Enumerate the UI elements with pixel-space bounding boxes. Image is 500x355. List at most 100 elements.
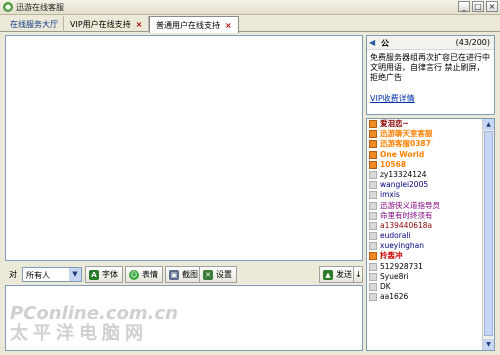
settings-button[interactable]: ✕ 设置 [199, 266, 237, 283]
user-name: 迅游侠义道指导员 [380, 200, 440, 210]
user-name: 拎轰冲 [380, 251, 403, 261]
chevron-down-icon[interactable]: ▼ [69, 268, 81, 281]
user-list-item[interactable]: 512928731 [367, 262, 494, 272]
send-button[interactable]: ▲ 发送 [319, 266, 357, 283]
tab-bar: 在线服务大厅 VIP用户在线支持 × 普通用户在线支持 × [0, 15, 500, 33]
tab-label: VIP用户在线支持 [70, 20, 131, 29]
watermark-cn: 太平洋电脑网 [10, 323, 148, 344]
user-name: zy13324124 [380, 169, 427, 179]
tools-icon: ✕ [203, 269, 213, 280]
user-list-item[interactable]: 迅游侠义道指导员 [367, 201, 494, 211]
user-avatar-icon [369, 232, 377, 241]
user-list-item[interactable]: 迅游聊天室客服 [367, 129, 494, 139]
user-avatar-icon [369, 201, 377, 210]
tab-service-hall[interactable]: 在线服务大厅 [4, 16, 64, 32]
user-avatar-icon [369, 130, 377, 139]
user-avatar-icon [369, 262, 377, 271]
user-list-item[interactable]: Syue8ri [367, 272, 494, 282]
arrow-down-icon: ↓ [355, 270, 362, 279]
user-avatar-icon [369, 181, 377, 190]
font-button-label: 字体 [102, 270, 118, 279]
speaker-icon: ◀ [369, 38, 376, 47]
user-avatar-icon [369, 211, 377, 220]
user-name: 迅游聊天室客服 [380, 129, 433, 139]
notice-panel: ◀ 公 (43/200) 免费服务器组再次扩容已在进行中 文明用语，自律言行 禁… [366, 35, 495, 115]
emoji-button-label: 表情 [142, 270, 158, 279]
send-icon: ▲ [323, 269, 333, 280]
user-list-item[interactable]: One World [367, 150, 494, 160]
scroll-up-icon[interactable]: ▲ [483, 119, 494, 130]
user-name: aa1626 [380, 292, 409, 302]
tab-vip-support[interactable]: VIP用户在线支持 × [63, 16, 150, 32]
user-list-item[interactable]: eudorali [367, 231, 494, 241]
tab-label: 普通用户在线支持 [156, 21, 220, 30]
user-name: a139440618a [380, 220, 433, 230]
chat-toolbar: 对 所有人 ▼ A 字体 ☺ 表情 ▣ 截图 ✕ 设置 ▲ 发送 ↓ [5, 265, 363, 285]
user-list-item[interactable]: 10568 [367, 160, 494, 170]
minimize-button[interactable]: _ [458, 1, 470, 12]
user-name: xueyinghan [380, 241, 424, 251]
recipient-label: 对 [9, 270, 17, 279]
user-list[interactable]: 爱泪恋~ 迅游聊天室客服 迅游客服0387 One World 10568 zy13324… [366, 118, 495, 351]
user-list-item[interactable]: aa1626 [367, 292, 494, 302]
user-name: DK [380, 282, 391, 291]
user-avatar-icon [369, 252, 377, 261]
smiley-icon: ☺ [129, 269, 139, 280]
user-list-item[interactable]: 迅游客服0387 [367, 139, 494, 149]
maximize-button[interactable]: □ [472, 1, 484, 12]
app-icon: ● [3, 2, 13, 12]
user-avatar-icon [369, 221, 377, 230]
scroll-thumb[interactable] [484, 131, 493, 336]
user-list-item[interactable]: xueyinghan [367, 241, 494, 251]
user-list-item[interactable]: DK [367, 282, 494, 292]
user-avatar-icon [369, 160, 377, 169]
emoji-button[interactable]: ☺ 表情 [125, 266, 163, 283]
notice-title: 公 [381, 39, 389, 48]
user-avatar-icon [369, 150, 377, 159]
user-avatar-icon [369, 140, 377, 149]
font-icon: A [89, 269, 99, 280]
send-options-button[interactable]: ↓ [353, 266, 363, 283]
user-name: wanglei2005 [380, 180, 429, 190]
user-name: 512928731 [380, 261, 423, 271]
tab-regular-support[interactable]: 普通用户在线支持 × [149, 16, 239, 33]
title-bar: ● 迅游在线客服 _ □ × [0, 0, 500, 15]
user-list-item[interactable]: 拎轰冲 [367, 251, 494, 261]
user-avatar-icon [369, 293, 377, 302]
user-list-item[interactable]: wanglei2005 [367, 180, 494, 190]
user-name: 10568 [380, 159, 407, 169]
close-button[interactable]: × [486, 1, 498, 12]
user-name: 命里有时终须有 [380, 210, 433, 220]
user-avatar-icon [369, 283, 377, 291]
screenshot-button[interactable]: ▣ 截图 [165, 266, 203, 283]
user-avatar-icon [369, 120, 377, 128]
tab-label: 在线服务大厅 [10, 20, 58, 29]
notice-text: 免费服务器组再次扩容已在进行中 文明用语，自律言行 禁止刷屏，拒绝广告 [370, 53, 490, 82]
user-name: eudorali [380, 231, 411, 241]
user-count: (43/200) [455, 38, 490, 47]
user-avatar-icon [369, 170, 377, 179]
recipient-value: 所有人 [26, 271, 50, 280]
recipient-select[interactable]: 所有人 ▼ [22, 267, 82, 282]
user-list-item[interactable]: a139440618a [367, 221, 494, 231]
user-name: One World [380, 149, 425, 159]
user-name: imxis [380, 190, 400, 200]
chat-message-area[interactable] [5, 35, 363, 261]
user-name: Syue8ri [380, 271, 409, 281]
user-avatar-icon [369, 272, 377, 281]
close-icon[interactable]: × [225, 21, 232, 30]
window-controls: _ □ × [458, 1, 498, 12]
vip-details-link[interactable]: VIP收费详情 [370, 93, 415, 104]
user-list-item[interactable]: zy13324124 [367, 170, 494, 180]
scroll-down-icon[interactable]: ▼ [483, 339, 494, 350]
user-name: 爱泪恋~ [380, 119, 409, 128]
user-list-item[interactable]: 爱泪恋~ [367, 119, 494, 129]
scrollbar[interactable]: ▲ ▼ [482, 119, 494, 350]
send-button-label: 发送 [336, 270, 352, 279]
close-icon[interactable]: × [136, 20, 143, 29]
user-avatar-icon [369, 242, 377, 251]
watermark: PConline.com.cn [10, 303, 178, 324]
user-list-item[interactable]: imxis [367, 190, 494, 200]
user-list-item[interactable]: 命里有时终须有 [367, 211, 494, 221]
font-button[interactable]: A 字体 [85, 266, 123, 283]
